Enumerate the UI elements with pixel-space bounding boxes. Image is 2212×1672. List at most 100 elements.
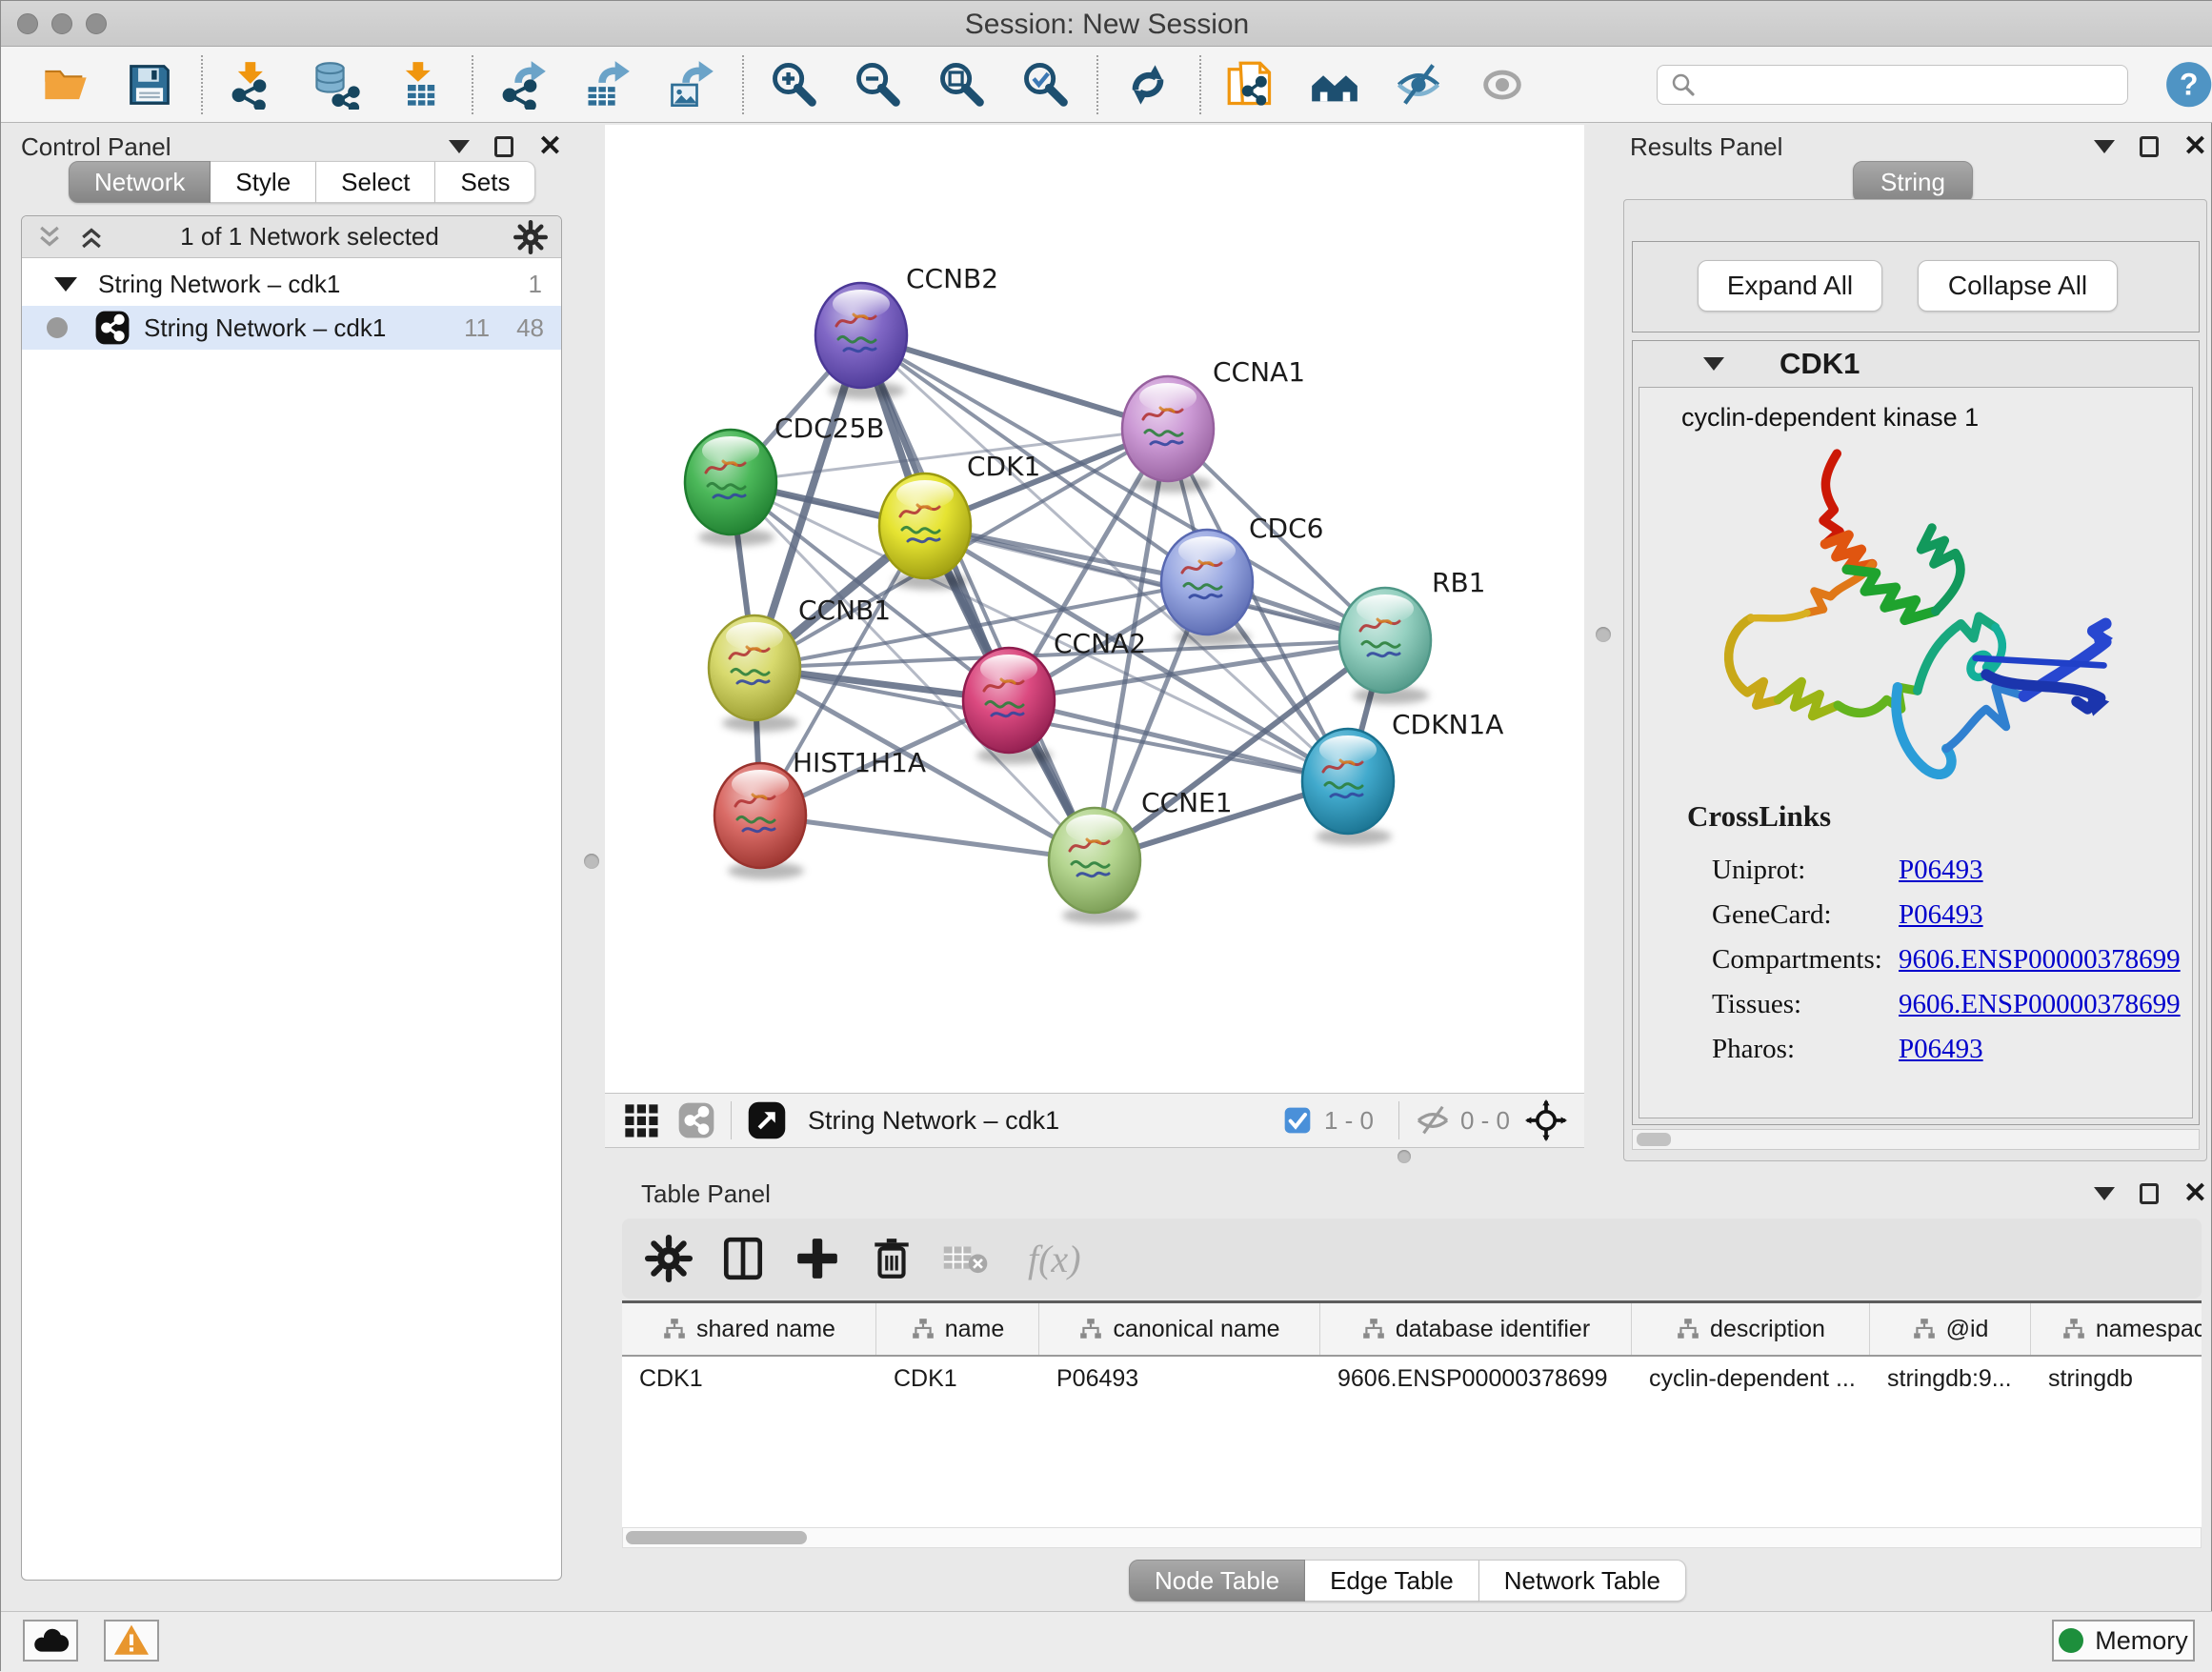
table-panel-menu-icon[interactable] xyxy=(2094,1187,2115,1200)
edge-CCNB2-CCNA1[interactable] xyxy=(861,335,1168,429)
tab-network-table[interactable]: Network Table xyxy=(1479,1560,1686,1601)
node-HIST1H1A[interactable]: HIST1H1A xyxy=(714,747,926,879)
export-table-icon[interactable] xyxy=(582,60,632,110)
open-session-icon[interactable] xyxy=(41,60,90,110)
birds-eye-toggle-icon[interactable] xyxy=(677,1101,715,1139)
column-header-shared-name[interactable]: shared name xyxy=(622,1303,876,1355)
network-view-canvas[interactable]: CCNB2CCNA1CDC25BCDK1CDC6RB1CCNB1CCNA2CDK… xyxy=(605,125,1584,1093)
selected-checkbox-icon[interactable] xyxy=(1282,1105,1313,1136)
cdk1-collapse-icon[interactable] xyxy=(1703,357,1724,371)
collection-count: 1 xyxy=(529,270,542,299)
cell-canonical-name[interactable]: P06493 xyxy=(1039,1365,1320,1393)
table-horizontal-scrollbar[interactable] xyxy=(622,1527,2202,1548)
zoom-out-icon[interactable] xyxy=(853,60,902,110)
expand-all-button[interactable]: Expand All xyxy=(1698,260,1882,312)
import-table-file-icon[interactable] xyxy=(395,60,445,110)
cell-name[interactable]: CDK1 xyxy=(876,1365,1039,1393)
results-panel-menu-icon[interactable] xyxy=(2094,140,2115,153)
import-network-database-icon[interactable] xyxy=(312,60,361,110)
collapse-all-networks-icon[interactable] xyxy=(35,223,64,252)
node-CDKN1A[interactable]: CDKN1A xyxy=(1302,709,1503,845)
cloud-button[interactable] xyxy=(23,1620,78,1662)
collapse-all-button[interactable]: Collapse All xyxy=(1918,260,2118,312)
crosslink-link[interactable]: P06493 xyxy=(1899,1034,1983,1078)
results-panel-float-icon[interactable] xyxy=(2140,136,2159,157)
control-panel-close-icon[interactable]: ✕ xyxy=(538,136,562,157)
help-icon[interactable]: ? xyxy=(2164,60,2212,110)
results-panel-tab-string[interactable]: String xyxy=(1853,161,1973,203)
hide-selected-icon[interactable] xyxy=(1394,60,1443,110)
control-panel-float-icon[interactable] xyxy=(494,136,513,157)
tab-edge-table[interactable]: Edge Table xyxy=(1305,1560,1479,1601)
warnings-button[interactable] xyxy=(104,1620,159,1662)
cell-description[interactable]: cyclin-dependent ... xyxy=(1632,1365,1870,1393)
crosslink-link[interactable]: P06493 xyxy=(1899,855,1983,899)
network-edge-count: 48 xyxy=(516,313,544,343)
toolbar-separator xyxy=(742,55,744,114)
network-selection-status: 1 of 1 Network selected xyxy=(106,222,513,252)
search-field[interactable] xyxy=(1657,65,2128,105)
grid-view-icon[interactable] xyxy=(622,1101,660,1139)
table-panel-title: Table Panel xyxy=(641,1179,771,1209)
node-CCNE1[interactable]: CCNE1 xyxy=(1049,787,1233,924)
node-table[interactable]: shared namenamecanonical namedatabase id… xyxy=(622,1300,2202,1527)
cell-namespace[interactable]: stringdb xyxy=(2031,1365,2202,1393)
node-CDC6[interactable]: CDC6 xyxy=(1161,513,1323,646)
column-header-description[interactable]: description xyxy=(1632,1303,1870,1355)
show-all-icon[interactable] xyxy=(1478,60,1527,110)
save-session-icon[interactable] xyxy=(125,60,174,110)
delete-column-icon[interactable] xyxy=(868,1235,915,1282)
column-header-canonical-name[interactable]: canonical name xyxy=(1039,1303,1320,1355)
network-row[interactable]: String Network – cdk1 11 48 xyxy=(22,306,561,350)
cdk1-card-header[interactable]: CDK1 xyxy=(1633,341,2199,387)
left-splitter-handle[interactable] xyxy=(584,854,599,869)
cell-database-identifier[interactable]: 9606.ENSP00000378699 xyxy=(1320,1365,1632,1393)
create-network-from-selection-icon[interactable] xyxy=(1226,60,1276,110)
crosslink-link[interactable]: P06493 xyxy=(1899,899,1983,944)
cell--id[interactable]: stringdb:9... xyxy=(1870,1365,2031,1393)
open-in-window-icon[interactable] xyxy=(747,1100,787,1140)
cell-shared-name[interactable]: CDK1 xyxy=(622,1365,876,1393)
tab-node-table[interactable]: Node Table xyxy=(1129,1560,1305,1601)
expand-all-networks-icon[interactable] xyxy=(77,223,106,252)
edge-HIST1H1A-CCNE1[interactable] xyxy=(760,816,1095,860)
first-neighbors-icon[interactable] xyxy=(1310,60,1359,110)
network-options-gear-icon[interactable] xyxy=(513,220,548,254)
results-panel-scrollbar[interactable] xyxy=(1632,1129,2200,1150)
apply-layout-icon[interactable] xyxy=(1123,60,1173,110)
table-row[interactable]: CDK1CDK1P064939606.ENSP00000378699cyclin… xyxy=(622,1357,2202,1400)
export-network-icon[interactable] xyxy=(498,60,548,110)
tab-network[interactable]: Network xyxy=(69,161,211,203)
results-panel-close-icon[interactable]: ✕ xyxy=(2183,136,2207,157)
zoom-in-icon[interactable] xyxy=(769,60,818,110)
import-network-file-icon[interactable] xyxy=(228,60,277,110)
tab-style[interactable]: Style xyxy=(211,161,316,203)
fit-selected-crosshair-icon[interactable] xyxy=(1525,1099,1567,1141)
collection-expander-icon[interactable] xyxy=(54,277,77,292)
crosslink-link[interactable]: 9606.ENSP00000378699 xyxy=(1899,944,2181,989)
bottom-splitter-handle[interactable] xyxy=(1398,1150,1411,1163)
control-panel-menu-icon[interactable] xyxy=(449,140,470,153)
table-panel-close-icon[interactable]: ✕ xyxy=(2183,1183,2207,1204)
network-row-label: String Network – cdk1 xyxy=(144,313,386,343)
network-collection-row[interactable]: String Network – cdk1 1 xyxy=(22,262,561,306)
export-image-icon[interactable] xyxy=(666,60,715,110)
zoom-selected-icon[interactable] xyxy=(1020,60,1070,110)
column-header-database-identifier[interactable]: database identifier xyxy=(1320,1303,1632,1355)
edge-CCNB2-CCNE1[interactable] xyxy=(861,335,1095,860)
tab-sets[interactable]: Sets xyxy=(435,161,535,203)
tab-select[interactable]: Select xyxy=(316,161,435,203)
right-splitter-handle[interactable] xyxy=(1596,627,1611,642)
zoom-fit-icon[interactable] xyxy=(936,60,986,110)
table-panel-float-icon[interactable] xyxy=(2140,1183,2159,1204)
table-options-gear-icon[interactable] xyxy=(645,1235,693,1282)
column-header-name[interactable]: name xyxy=(876,1303,1039,1355)
add-column-icon[interactable] xyxy=(794,1235,841,1282)
search-input[interactable] xyxy=(1698,71,2116,98)
crosslink-link[interactable]: 9606.ENSP00000378699 xyxy=(1899,989,2181,1034)
node-RB1[interactable]: RB1 xyxy=(1339,567,1485,704)
column-header-namespace[interactable]: namespace xyxy=(2031,1303,2202,1355)
memory-button[interactable]: Memory xyxy=(2052,1620,2195,1662)
show-columns-icon[interactable] xyxy=(719,1235,767,1282)
column-header--id[interactable]: @id xyxy=(1870,1303,2031,1355)
